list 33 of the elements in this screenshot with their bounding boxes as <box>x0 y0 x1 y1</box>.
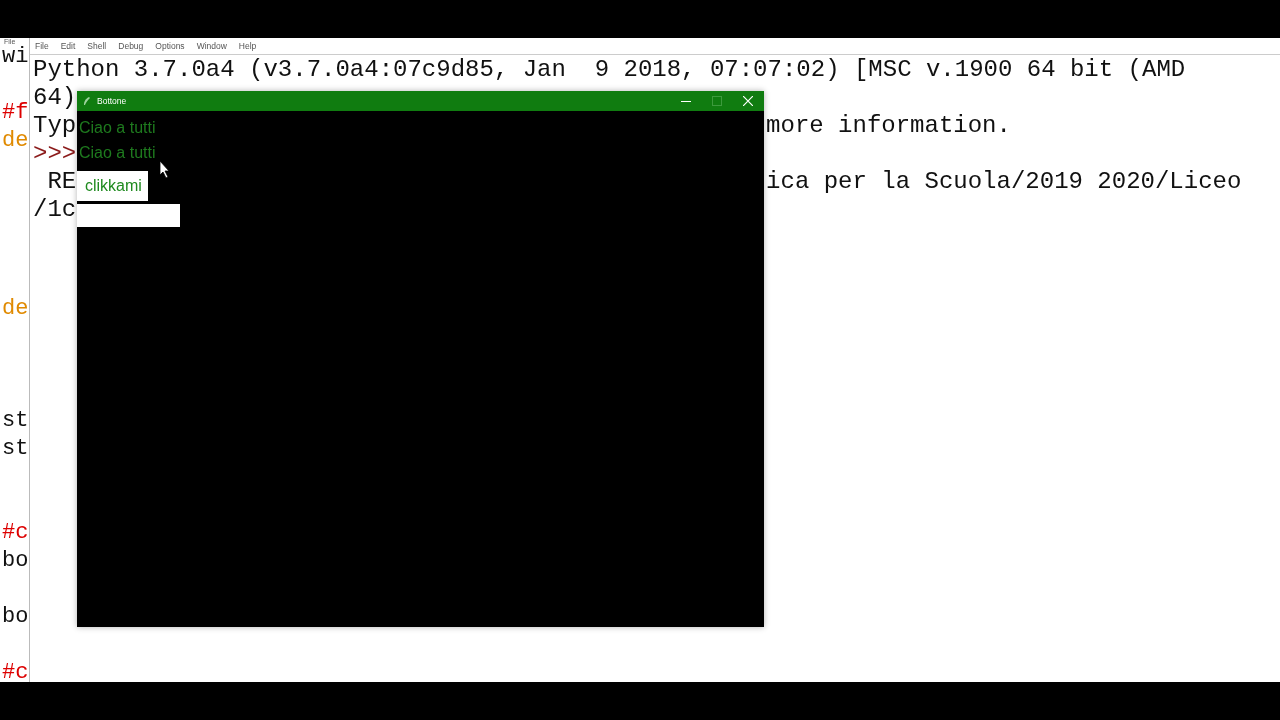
shell-text: more information. <box>766 112 1011 140</box>
shell-text: 64) <box>33 84 77 112</box>
code-text: #f <box>2 103 29 123</box>
code-text: st <box>2 411 29 431</box>
menu-item[interactable]: Edit <box>60 41 76 54</box>
mouse-cursor-icon <box>159 160 170 179</box>
menu-item[interactable]: Window <box>196 41 227 54</box>
code-text: bo <box>2 551 29 571</box>
feather-icon <box>83 96 91 106</box>
shell-text: Typ <box>33 112 77 140</box>
menu-item[interactable]: Shell <box>87 41 107 54</box>
menu-item[interactable]: Help <box>238 41 257 54</box>
greeting-label: Ciao a tutti <box>78 143 156 163</box>
shell-text: Python 3.7.0a4 (v3.7.0a4:07c9d85, Jan 9 2018, 07:07:02) [MSC v.1900 64 bit (AMD <box>33 56 1186 84</box>
click-button[interactable]: clikkami <box>77 171 148 201</box>
close-icon[interactable] <box>743 96 753 106</box>
shell-text: ica per la Scuola/2019 2020/Liceo <box>766 168 1242 196</box>
code-text: #c <box>2 663 29 682</box>
greeting-label: Ciao a tutti <box>78 118 156 138</box>
code-text: bo <box>2 607 29 627</box>
code-text: wi <box>2 47 29 67</box>
code-text: de <box>2 299 29 319</box>
code-text: st <box>2 439 29 459</box>
input-field[interactable] <box>77 204 180 227</box>
shell-text: RE <box>46 168 77 196</box>
shell-text: /1c <box>33 196 77 224</box>
menu-item[interactable]: Debug <box>118 41 144 54</box>
menu-item[interactable]: Options <box>155 41 185 54</box>
shell-text: >>> <box>33 140 77 168</box>
code-text: #c <box>2 523 29 543</box>
window-title: Bottone <box>97 96 127 106</box>
menu-item[interactable]: File <box>35 41 49 54</box>
code-text: de <box>2 131 29 151</box>
